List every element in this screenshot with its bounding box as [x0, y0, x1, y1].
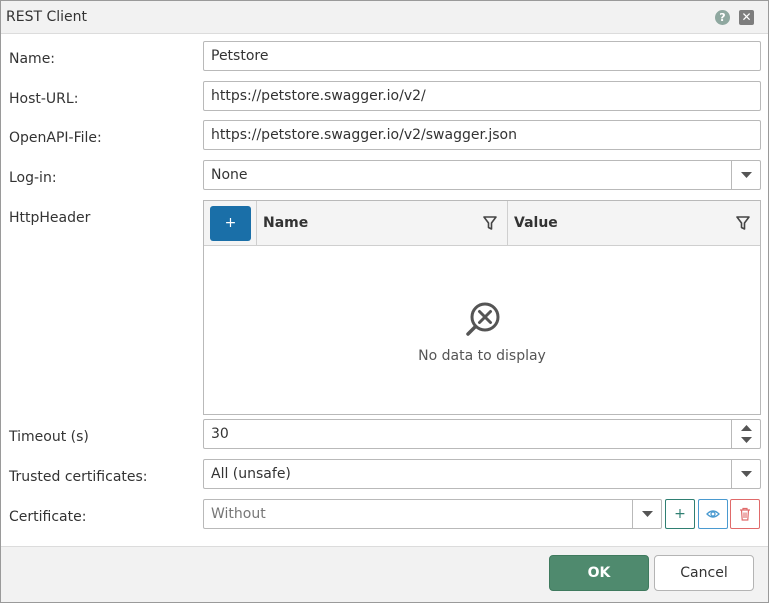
column-header-value[interactable]: Value: [508, 201, 760, 245]
column-value-label: Value: [514, 215, 558, 231]
certificate-label: Certificate:: [9, 509, 87, 525]
host-url-label: Host-URL:: [9, 91, 79, 107]
column-header-name[interactable]: Name: [256, 201, 508, 245]
host-url-value: https://petstore.swagger.io/v2/: [211, 88, 426, 104]
eye-icon: [706, 510, 720, 518]
chevron-up-icon[interactable]: [741, 424, 752, 431]
openapi-file-label: OpenAPI-File:: [9, 130, 102, 146]
http-header-label: HttpHeader: [9, 210, 91, 226]
login-value: None: [211, 167, 248, 183]
timeout-stepper[interactable]: 30: [203, 419, 761, 449]
name-value: Petstore: [211, 48, 269, 64]
close-icon[interactable]: ✕: [739, 10, 754, 25]
openapi-file-value: https://petstore.swagger.io/v2/swagger.j…: [211, 127, 517, 143]
certificate-value: Without: [211, 506, 266, 522]
window-title: REST Client: [6, 9, 87, 25]
login-dropdown-button[interactable]: [731, 161, 760, 189]
trusted-certificates-dropdown-button[interactable]: [731, 460, 760, 488]
no-data-search-icon: [466, 302, 500, 336]
view-certificate-button[interactable]: [698, 499, 728, 529]
add-certificate-button[interactable]: +: [665, 499, 695, 529]
title-bar: REST Client ? ✕: [1, 1, 768, 34]
filter-icon[interactable]: [736, 216, 750, 231]
trusted-certificates-label: Trusted certificates:: [9, 469, 148, 485]
trusted-certificates-select[interactable]: All (unsafe): [203, 459, 761, 489]
chevron-down-icon: [642, 511, 653, 517]
filter-icon[interactable]: [483, 216, 497, 231]
certificate-dropdown-button[interactable]: [632, 500, 661, 528]
host-url-input[interactable]: https://petstore.swagger.io/v2/: [203, 81, 761, 111]
empty-state-text: No data to display: [418, 348, 546, 364]
certificate-select[interactable]: Without: [203, 499, 662, 529]
chevron-down-icon[interactable]: [741, 437, 752, 444]
chevron-down-icon: [741, 471, 752, 477]
help-icon[interactable]: ?: [715, 10, 730, 25]
chevron-down-icon: [741, 172, 752, 178]
name-label: Name:: [9, 51, 56, 67]
timeout-spin-buttons[interactable]: [731, 420, 760, 448]
delete-certificate-button[interactable]: [730, 499, 760, 529]
login-select[interactable]: None: [203, 160, 761, 190]
trusted-certificates-value: All (unsafe): [211, 466, 291, 482]
http-header-grid: + Name Value No data to display: [203, 200, 761, 415]
grid-header: + Name Value: [204, 201, 760, 246]
ok-button[interactable]: OK: [549, 555, 649, 591]
rest-client-dialog: REST Client ? ✕ Name: Petstore Host-URL:…: [0, 0, 769, 603]
timeout-label: Timeout (s): [9, 429, 89, 445]
openapi-file-input[interactable]: https://petstore.swagger.io/v2/swagger.j…: [203, 120, 761, 150]
dialog-footer: OK Cancel: [1, 546, 768, 602]
timeout-value: 30: [211, 426, 229, 442]
column-name-label: Name: [263, 215, 309, 231]
add-header-button[interactable]: +: [210, 206, 251, 241]
cancel-button[interactable]: Cancel: [654, 555, 754, 591]
trash-icon: [740, 507, 750, 521]
login-label: Log-in:: [9, 170, 57, 186]
name-input[interactable]: Petstore: [203, 41, 761, 71]
